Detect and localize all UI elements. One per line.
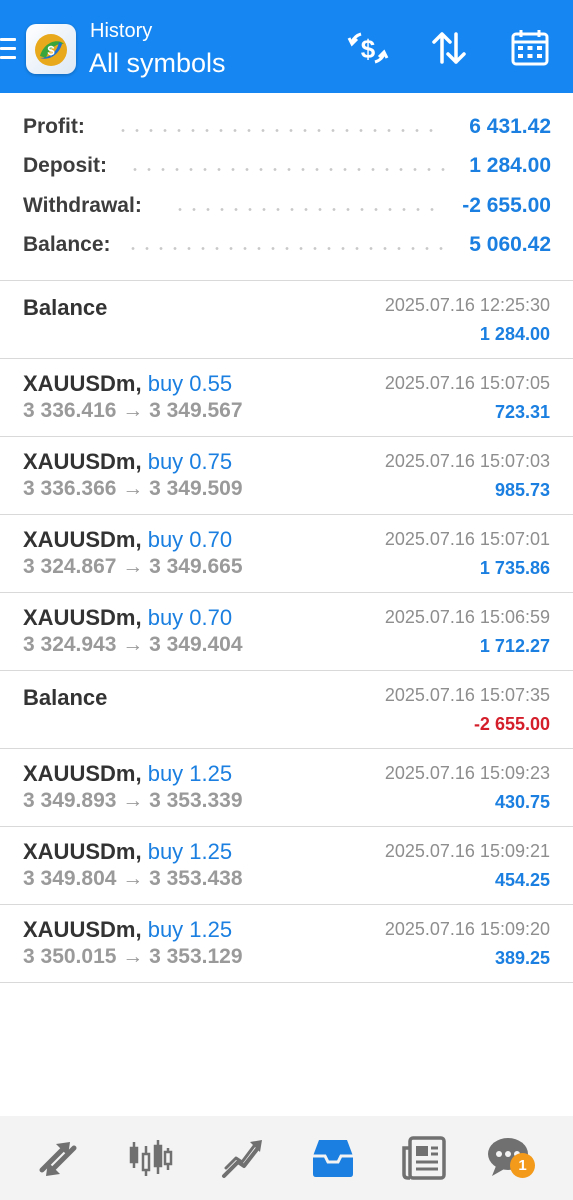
svg-text:$: $ (361, 34, 376, 64)
deal-amount: 389.25 (494, 948, 550, 968)
deal-prices: 3 336.416 → 3 349.567 (23, 399, 243, 422)
deal-time: 2025.07.16 15:07:01 (384, 529, 550, 549)
bottom-navigation (0, 1116, 573, 1200)
deal-prices: 3 349.804 → 3 353.438 (23, 867, 243, 890)
deal-title: Balance (23, 295, 108, 320)
deal-prices: 3 350.015 → 3 353.129 (23, 945, 243, 968)
deal-row[interactable]: XAUUSDm, buy 1.25 3 349.804 → 3 353.438 … (0, 827, 573, 905)
deal-amount: 1 712.27 (479, 636, 550, 656)
news-icon[interactable] (396, 1130, 452, 1186)
deal-row[interactable]: XAUUSDm, buy 0.70 3 324.867 → 3 349.665 … (0, 515, 573, 593)
deal-symbol-line: XAUUSDm, buy 0.55 (23, 371, 232, 397)
deal-title: Balance (23, 685, 108, 710)
deal-symbol: XAUUSDm, (23, 449, 142, 474)
deal-symbol: XAUUSDm, (23, 839, 142, 864)
deal-symbol-line: XAUUSDm, buy 1.25 (23, 839, 232, 865)
sort-icon[interactable] (427, 26, 471, 70)
withdrawal-label: Withdrawal: (23, 194, 142, 217)
dot-leader (126, 247, 452, 250)
quotes-icon[interactable] (30, 1130, 86, 1186)
deal-type: buy 0.55 (147, 371, 233, 396)
trade-icon[interactable] (214, 1130, 270, 1186)
deal-time: 2025.07.16 12:25:30 (384, 295, 550, 315)
deal-symbol: XAUUSDm, (23, 761, 142, 786)
deal-time: 2025.07.16 15:07:35 (384, 685, 550, 705)
deal-prices: 3 324.867 → 3 349.665 (23, 555, 243, 578)
deal-time: 2025.07.16 15:09:21 (384, 841, 550, 861)
app-header: $ History All symbols $ (0, 0, 573, 93)
deal-type: buy 0.70 (147, 605, 233, 630)
deal-symbol-line: XAUUSDm, buy 1.25 (23, 761, 232, 787)
summary-row-deposit: Deposit: 1 284.00 (23, 154, 551, 184)
deal-type: buy 0.70 (147, 527, 233, 552)
deal-amount: -2 655.00 (473, 714, 550, 734)
summary-row-profit: Profit: 6 431.42 (23, 115, 551, 145)
deal-amount: 454.25 (494, 870, 550, 890)
history-icon[interactable] (305, 1130, 361, 1186)
deal-symbol: XAUUSDm, (23, 371, 142, 396)
deal-row[interactable]: XAUUSDm, buy 0.70 3 324.943 → 3 349.404 … (0, 593, 573, 671)
dot-leader (116, 129, 442, 132)
deposit-label: Deposit: (23, 154, 107, 177)
header-subtitle: History (90, 20, 153, 42)
deal-prices: 3 324.943 → 3 349.404 (23, 633, 243, 656)
dot-leader (173, 208, 441, 211)
balance-value: 5 060.42 (469, 233, 551, 256)
deal-row[interactable]: XAUUSDm, buy 0.55 3 336.416 → 3 349.567 … (0, 359, 573, 437)
deal-row[interactable]: XAUUSDm, buy 0.75 3 336.366 → 3 349.509 … (0, 437, 573, 515)
deal-type: buy 1.25 (147, 839, 233, 864)
deposit-value: 1 284.00 (469, 154, 551, 177)
deal-symbol: XAUUSDm, (23, 917, 142, 942)
currency-exchange-icon[interactable]: $ (346, 26, 390, 70)
deal-time: 2025.07.16 15:07:05 (384, 373, 550, 393)
chart-icon[interactable] (122, 1130, 178, 1186)
deal-type: buy 0.75 (147, 449, 233, 474)
deal-row[interactable]: XAUUSDm, buy 1.25 3 350.015 → 3 353.129 … (0, 905, 573, 983)
deal-symbol: XAUUSDm, (23, 605, 142, 630)
withdrawal-value: -2 655.00 (462, 194, 551, 217)
deal-time: 2025.07.16 15:06:59 (384, 607, 550, 627)
deal-prices: 3 349.893 → 3 353.339 (23, 789, 243, 812)
profit-value: 6 431.42 (469, 115, 551, 138)
deal-type: buy 1.25 (147, 917, 233, 942)
deal-amount: 430.75 (494, 792, 550, 812)
deal-time: 2025.07.16 15:09:20 (384, 919, 550, 939)
deal-symbol-line: XAUUSDm, buy 1.25 (23, 917, 232, 943)
deal-symbol-line: XAUUSDm, buy 0.70 (23, 605, 232, 631)
balance-operation-row[interactable]: Balance 2025.07.16 15:07:35 -2 655.00 (0, 671, 573, 749)
deal-symbol: XAUUSDm, (23, 527, 142, 552)
deal-amount: 1 735.86 (479, 558, 550, 578)
balance-operation-row[interactable]: Balance 2025.07.16 12:25:30 1 284.00 (0, 281, 573, 359)
balance-label: Balance: (23, 233, 111, 256)
deal-row[interactable]: XAUUSDm, buy 1.25 3 349.893 → 3 353.339 … (0, 749, 573, 827)
deal-amount: 1 284.00 (479, 324, 550, 344)
svg-text:$: $ (47, 43, 55, 58)
history-summary: Profit: 6 431.42 Deposit: 1 284.00 Withd… (0, 93, 573, 281)
summary-row-withdrawal: Withdrawal: -2 655.00 (23, 194, 551, 224)
dot-leader (128, 168, 450, 171)
deal-time: 2025.07.16 15:07:03 (384, 451, 550, 471)
deal-time: 2025.07.16 15:09:23 (384, 763, 550, 783)
profit-label: Profit: (23, 115, 85, 138)
chat-badge: 1 (510, 1153, 535, 1178)
deal-symbol-line: XAUUSDm, buy 0.75 (23, 449, 232, 475)
header-title[interactable]: All symbols (89, 48, 226, 79)
deal-symbol-line: XAUUSDm, buy 0.70 (23, 527, 232, 553)
metatrader-logo: $ (26, 24, 76, 74)
summary-row-balance: Balance: 5 060.42 (23, 233, 551, 263)
deal-amount: 985.73 (494, 480, 550, 500)
calendar-icon[interactable] (508, 26, 552, 70)
deal-prices: 3 336.366 → 3 349.509 (23, 477, 243, 500)
deal-type: buy 1.25 (147, 761, 233, 786)
deal-amount: 723.31 (494, 402, 550, 422)
menu-icon[interactable] (0, 38, 16, 60)
